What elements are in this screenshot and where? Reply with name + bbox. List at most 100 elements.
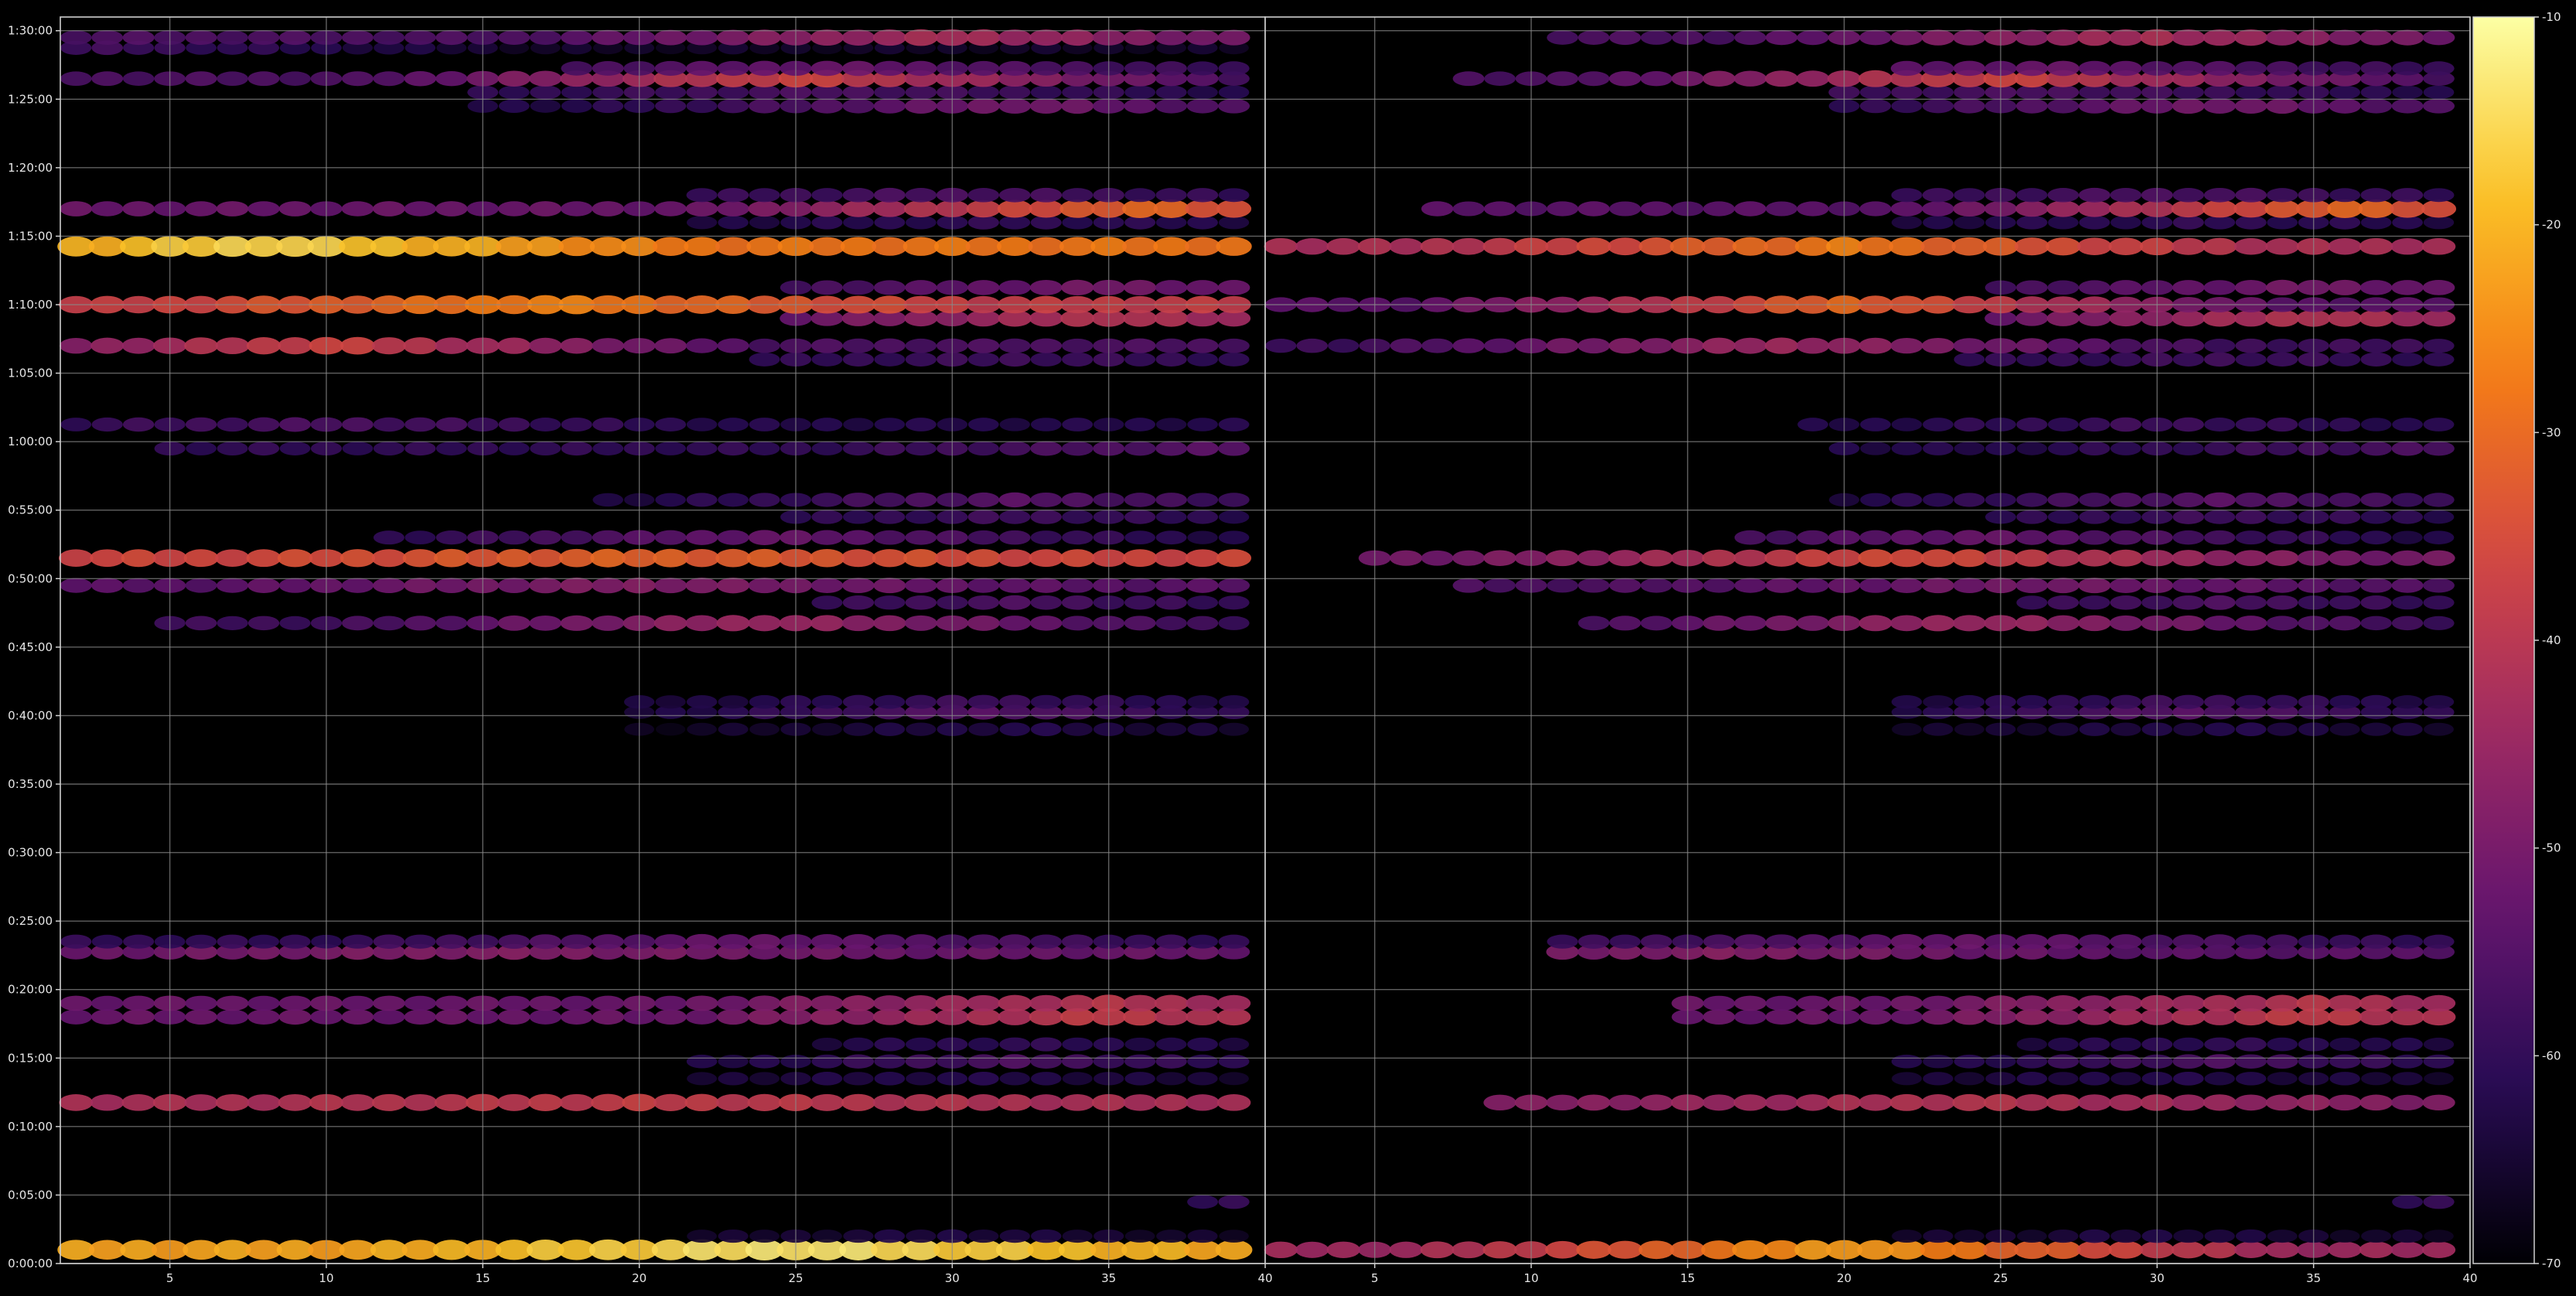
blob-right-23-38: [2392, 352, 2423, 367]
blob-right-24-24: [1953, 338, 1986, 354]
blob-left-18-14: [435, 530, 467, 545]
blob-left-32-16: [498, 99, 530, 114]
blob-right-16-38: [2391, 578, 2424, 593]
blob-right-32-26: [2015, 98, 2049, 114]
xtick-label-left-25: 25: [788, 1271, 803, 1285]
blob-right-5-37: [2360, 1054, 2392, 1069]
blob-left-30-26: [810, 200, 844, 217]
colorbar-tick-label--40: -40: [2542, 633, 2561, 647]
blob-right-33-34: [2267, 85, 2298, 100]
blob-right-17-7: [1421, 550, 1454, 566]
blob-right-16-18: [1765, 578, 1798, 593]
blob-right-3-12: [1577, 1094, 1611, 1111]
blob-left-33-31: [967, 85, 999, 100]
blob-left-22-36: [1124, 418, 1155, 431]
blob-left-13-39: [1218, 694, 1250, 709]
blob-right-36-36: [2329, 29, 2362, 46]
blob-left-33-33: [1030, 85, 1062, 100]
blob-left-17-28: [872, 549, 908, 568]
blob-right-35-37: [2360, 61, 2392, 76]
blob-left-16-32: [998, 578, 1031, 593]
blob-right-6-33: [2235, 1037, 2267, 1052]
blob-right-25-29: [2109, 310, 2143, 327]
blob-left-17-16: [496, 548, 532, 568]
blob-right-0-2: [1264, 1241, 1298, 1259]
blob-left-4-33: [1030, 1072, 1062, 1086]
blob-right-29-29: [2110, 215, 2141, 230]
blob-left-30-9: [278, 201, 312, 217]
blob-right-0-33: [2234, 1241, 2268, 1258]
blob-left-37-11: [341, 30, 374, 46]
blob-left-8-26: [810, 995, 844, 1011]
blob-left-30-18: [560, 201, 593, 217]
blob-left-28-21: [652, 237, 689, 256]
blob-left-4-22: [687, 1072, 718, 1086]
blob-right-22-26: [2016, 417, 2048, 432]
blob-left-35-26: [810, 60, 844, 77]
blob-right-33-36: [2329, 85, 2361, 100]
blob-left-22-23: [718, 418, 749, 431]
blob-right-1-32: [2204, 1229, 2235, 1243]
blob-left-14-27: [841, 615, 875, 632]
blob-right-27-26: [2016, 280, 2048, 295]
blob-right-8-22: [1890, 995, 1923, 1011]
blob-right-34-9: [1484, 71, 1516, 86]
blob-left-3-7: [215, 1093, 250, 1111]
blob-right-16-31: [2172, 578, 2205, 593]
blob-left-32-26: [810, 98, 844, 114]
blob-right-11-31: [2173, 722, 2204, 736]
blob-left-13-21: [655, 695, 686, 709]
blob-right-6-34: [2267, 1037, 2298, 1052]
blob-right-22-23: [1923, 418, 1953, 431]
blob-left-17-19: [590, 548, 626, 568]
blob-right-34-19: [1796, 70, 1830, 87]
blob-right-15-28: [2079, 595, 2110, 610]
xtick-label-right-30: 30: [2150, 1271, 2165, 1285]
blob-left-18-22: [685, 530, 718, 545]
blob-right-21-26: [2016, 442, 2048, 455]
blob-left-11-26: [812, 722, 842, 736]
blob-left-16-17: [529, 578, 562, 594]
blob-right-23-39: [2423, 352, 2455, 367]
blob-right-7-16: [1702, 1009, 1735, 1025]
blob-left-33-29: [905, 85, 937, 100]
blob-right-0-26: [2014, 1240, 2050, 1260]
blob-right-28-13: [1607, 237, 1643, 256]
blob-right-10-29: [2110, 934, 2142, 950]
blob-right-30-16: [1703, 201, 1735, 217]
blob-right-28-37: [2359, 237, 2393, 255]
blob-right-14-32: [2203, 616, 2236, 631]
blob-left-4-38: [1187, 1072, 1218, 1086]
blob-right-14-34: [2266, 616, 2298, 631]
blob-left-16-37: [1155, 578, 1188, 593]
blob-left-10-9: [279, 934, 311, 949]
blob-left-37-9: [278, 30, 312, 46]
blob-left-37-28: [872, 29, 906, 46]
blob-right-28-6: [1389, 237, 1423, 255]
blob-right-1-36: [2329, 1229, 2360, 1243]
blob-left-3-24: [747, 1093, 782, 1111]
blob-left-8-23: [717, 995, 749, 1011]
blob-right-14-13: [1609, 616, 1641, 631]
blob-left-23-39: [1218, 352, 1250, 367]
blob-right-5-34: [2266, 1054, 2298, 1069]
blob-left-6-38: [1187, 1037, 1218, 1052]
blob-right-4-39: [2424, 1072, 2454, 1086]
blob-right-24-22: [1890, 338, 1923, 354]
blob-right-6-38: [2392, 1037, 2423, 1052]
blob-right-23-24: [1953, 352, 1985, 367]
blob-right-19-38: [2392, 510, 2424, 524]
blob-left-28-34: [1059, 237, 1096, 256]
blob-right-10-38: [2392, 934, 2424, 949]
blob-left-16-21: [654, 578, 688, 594]
blob-right-0-17: [1732, 1240, 1769, 1260]
blob-right-36-24: [1953, 29, 1986, 46]
ytick-label-1:05:00: 1:05:00: [8, 367, 53, 380]
blob-right-25-37: [2359, 309, 2393, 327]
blob-left-23-37: [1155, 352, 1187, 367]
blob-left-31-23: [717, 188, 749, 203]
blob-right-33-24: [1953, 85, 1985, 100]
blob-right-13-32: [2204, 694, 2236, 709]
blob-left-21-22: [686, 442, 718, 455]
blob-right-30-14: [1640, 201, 1673, 217]
